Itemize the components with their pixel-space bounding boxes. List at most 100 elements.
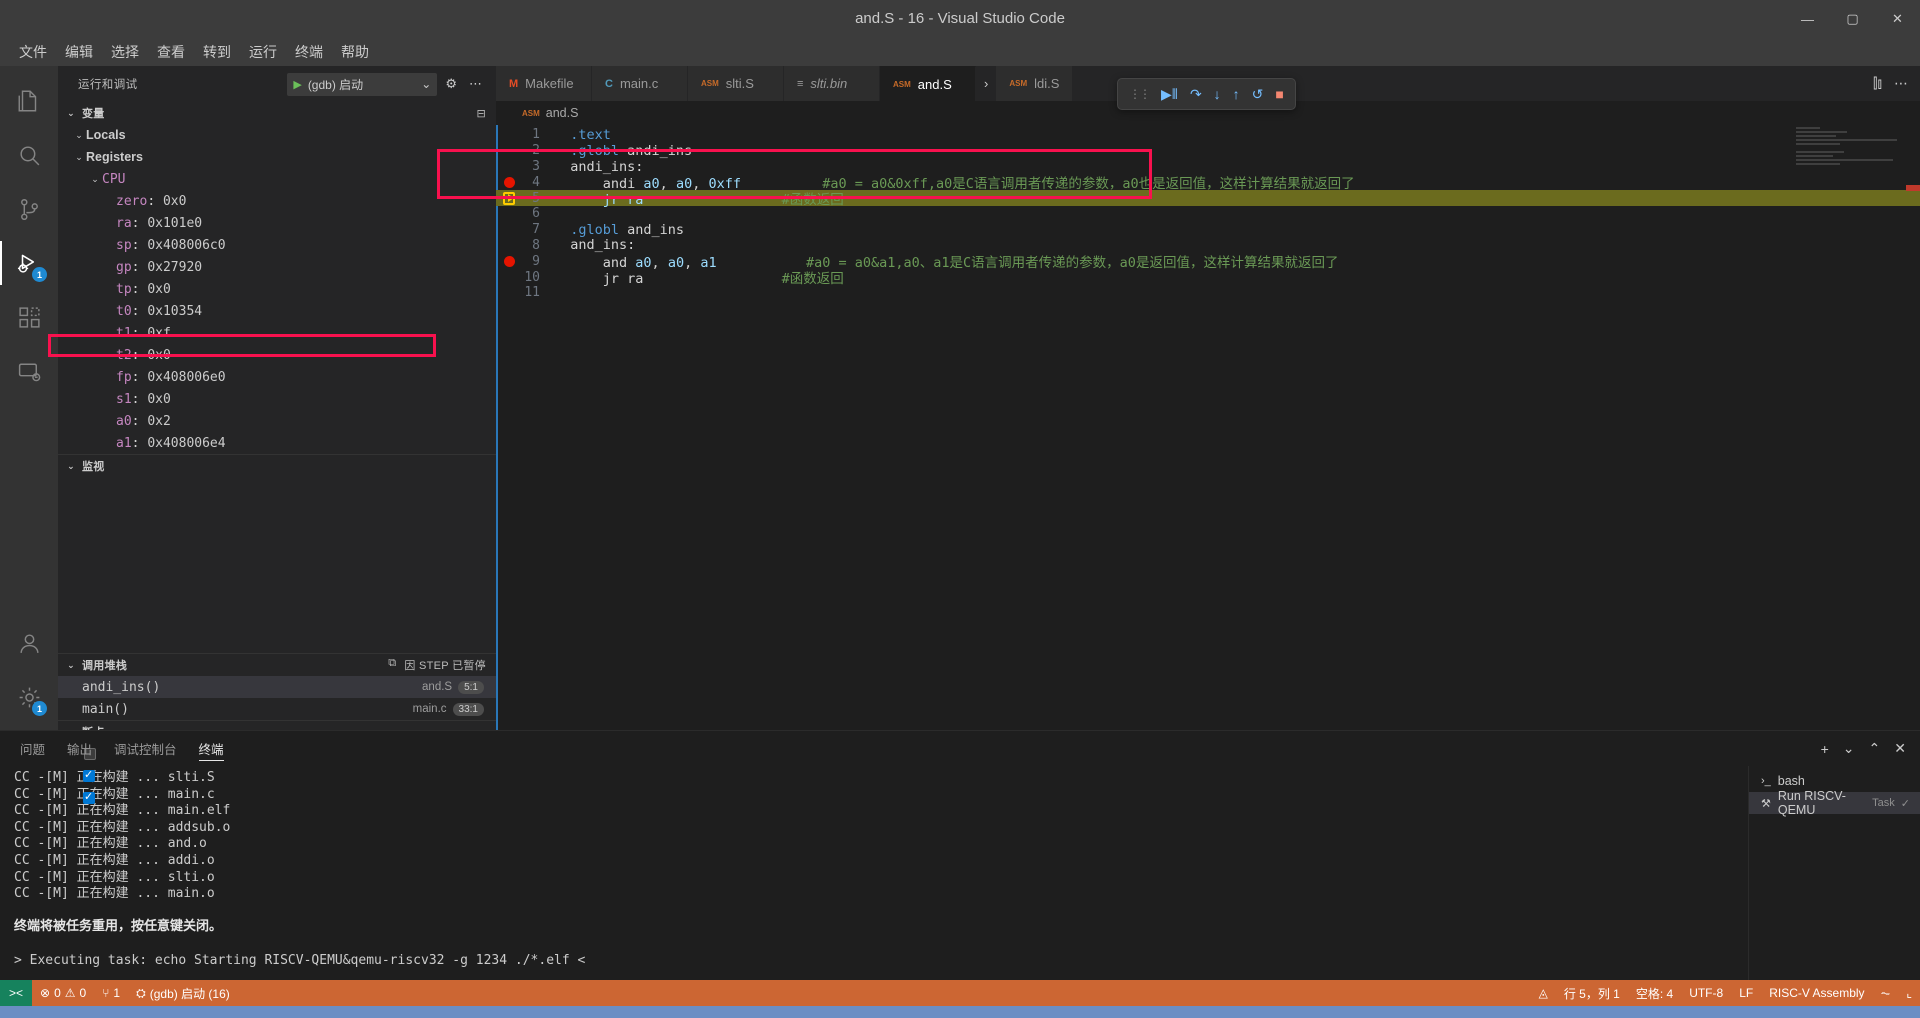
callstack-list[interactable]: andi_ins() and.S 5:1 main() main.c 33:1	[58, 676, 496, 720]
debug-session-indicator[interactable]: ⛭ (gdb) 启动 (16)	[128, 980, 238, 1006]
split-editor-icon[interactable]: ⫿⫾	[1873, 75, 1882, 92]
notifications-bell-icon[interactable]: ⌞	[1898, 980, 1920, 1006]
sidebar-more-icon[interactable]: ⋯	[465, 76, 486, 92]
code-line[interactable]: 10 jr ra #函数返回	[496, 269, 1920, 285]
tab-slti-s[interactable]: ASM slti.S	[688, 66, 784, 101]
drag-handle-icon[interactable]: ⋮⋮	[1129, 87, 1149, 101]
ports-indicator[interactable]: ⑂ 1	[94, 980, 128, 1006]
breakpoint-checkbox[interactable]	[83, 770, 95, 782]
tab-terminal[interactable]: 终端	[199, 731, 224, 766]
register-row[interactable]: fp: 0x408006e0	[58, 366, 496, 388]
step-out-button[interactable]: ↑	[1233, 86, 1240, 102]
scope-registers[interactable]: ⌄ Registers	[58, 146, 496, 168]
continue-button[interactable]: ▶⦀	[1161, 86, 1178, 103]
tab-and-s[interactable]: ASM and.S	[880, 66, 976, 101]
extensions-icon[interactable]	[0, 290, 58, 344]
watch-list[interactable]	[58, 477, 496, 653]
editor-actions-more-icon[interactable]: ⋯	[1894, 75, 1908, 92]
minimap[interactable]	[1796, 125, 1906, 730]
menu-go[interactable]: 转到	[194, 39, 240, 65]
close-button[interactable]: ✕	[1875, 0, 1920, 38]
code-line[interactable]: 6	[496, 206, 1920, 222]
variables-tree[interactable]: ⌄ Locals ⌄ Registers ⌄ CPU zero: 0x0 ra:…	[58, 124, 496, 454]
code-line[interactable]: 5 jr ra #函数返回	[496, 190, 1920, 206]
close-panel-icon[interactable]: ✕	[1894, 740, 1906, 757]
eol-setting[interactable]: LF	[1731, 980, 1761, 1006]
accounts-icon[interactable]	[0, 616, 58, 670]
flame-indicator[interactable]: ◬	[1531, 980, 1556, 1006]
problems-indicator[interactable]: ⊗ 0 ⚠ 0	[32, 980, 94, 1006]
language-mode[interactable]: RISC-V Assembly	[1761, 980, 1872, 1006]
menu-view[interactable]: 查看	[148, 39, 194, 65]
register-row[interactable]: t1: 0xf	[58, 322, 496, 344]
cursor-position[interactable]: 行 5，列 1	[1556, 980, 1628, 1006]
start-debug-icon[interactable]: ▶	[293, 78, 301, 91]
code-line[interactable]: 11	[496, 285, 1920, 301]
watch-header[interactable]: ⌄ 监视	[58, 455, 496, 477]
stop-button[interactable]: ■	[1275, 86, 1283, 102]
launch-configuration-dropdown[interactable]: ▶ (gdb) 启动 ⌄	[287, 73, 437, 96]
step-over-button[interactable]: ↷	[1190, 86, 1202, 103]
code-line[interactable]: 7 .globl and_ins	[496, 222, 1920, 238]
register-row[interactable]: t0: 0x10354	[58, 300, 496, 322]
variables-actions[interactable]: ⊟	[476, 107, 486, 120]
terminal-split-chevron-icon[interactable]: ⌄	[1843, 740, 1855, 757]
restart-button[interactable]: ↺	[1252, 86, 1264, 103]
explorer-icon[interactable]	[0, 74, 58, 128]
register-row[interactable]: s1: 0x0	[58, 388, 496, 410]
search-icon[interactable]	[0, 128, 58, 182]
settings-gear-icon[interactable]: 1	[0, 670, 58, 724]
register-row-a0[interactable]: a0: 0x2	[58, 410, 496, 432]
tab-output[interactable]: 输出	[67, 731, 92, 766]
configure-gear-icon[interactable]: ⚙	[441, 76, 461, 92]
register-row[interactable]: sp: 0x408006c0	[58, 234, 496, 256]
feedback-icon[interactable]: ⏦	[1873, 980, 1899, 1006]
register-row[interactable]: gp: 0x27920	[58, 256, 496, 278]
tab-ldi-s[interactable]: ASM ldi.S	[996, 66, 1073, 101]
collapse-all-icon[interactable]: ⊟	[476, 107, 486, 120]
terminal-list[interactable]: ›_ bash ⚒ Run RISCV-QEMU Task ✓	[1748, 766, 1920, 980]
register-row[interactable]: t2: 0x0	[58, 344, 496, 366]
variables-header[interactable]: ⌄ 变量 ⊟	[58, 102, 496, 124]
register-row[interactable]: tp: 0x0	[58, 278, 496, 300]
breakpoint-checkbox[interactable]	[83, 792, 95, 804]
menu-terminal[interactable]: 终端	[286, 39, 332, 65]
indentation-setting[interactable]: 空格: 4	[1628, 980, 1681, 1006]
debug-toolbar[interactable]: ⋮⋮ ▶⦀ ↷ ↓ ↑ ↺ ■	[1117, 78, 1296, 110]
remote-explorer-icon[interactable]	[0, 344, 58, 398]
menu-help[interactable]: 帮助	[332, 39, 378, 65]
menu-edit[interactable]: 编辑	[56, 39, 102, 65]
tab-problems[interactable]: 问题	[20, 731, 45, 766]
code-line[interactable]: 1 .text	[496, 127, 1920, 143]
register-row[interactable]: a1: 0x408006e4	[58, 432, 496, 454]
tab-slti-bin[interactable]: ≡ slti.bin	[784, 66, 880, 101]
menu-selection[interactable]: 选择	[102, 39, 148, 65]
terminal-output[interactable]: CC -[M] 正在构建 ... slti.SCC -[M] 正在构建 ... …	[0, 766, 1748, 980]
source-control-icon[interactable]	[0, 182, 58, 236]
encoding-setting[interactable]: UTF-8	[1681, 980, 1731, 1006]
code-line[interactable]: 2 .globl andi_ins	[496, 143, 1920, 159]
menu-file[interactable]: 文件	[10, 39, 56, 65]
tab-main-c[interactable]: C main.c	[592, 66, 688, 101]
menu-run[interactable]: 运行	[240, 39, 286, 65]
register-row[interactable]: ra: 0x101e0	[58, 212, 496, 234]
code-editor[interactable]: 1 .text2 .globl andi_ins3 andi_ins:4 and…	[496, 125, 1920, 730]
callstack-frame[interactable]: main() main.c 33:1	[58, 698, 496, 720]
remote-host-indicator[interactable]: ><	[0, 980, 32, 1006]
new-terminal-icon[interactable]: +	[1821, 741, 1829, 757]
tab-makefile[interactable]: M Makefile	[496, 66, 592, 101]
register-row[interactable]: zero: 0x0	[58, 190, 496, 212]
scope-locals[interactable]: ⌄ Locals	[58, 124, 496, 146]
terminal-list-item-task[interactable]: ⚒ Run RISCV-QEMU Task ✓	[1749, 792, 1920, 814]
maximize-button[interactable]: ▢	[1830, 0, 1875, 38]
code-lines[interactable]: 1 .text2 .globl andi_ins3 andi_ins:4 and…	[496, 125, 1920, 730]
callstack-header[interactable]: ⌄ 调用堆栈 ⧉ 因 STEP 已暂停	[58, 654, 496, 676]
step-into-button[interactable]: ↓	[1214, 86, 1221, 102]
tab-debug-console[interactable]: 调试控制台	[114, 731, 177, 766]
run-and-debug-icon[interactable]: 1	[0, 236, 58, 290]
register-group-cpu[interactable]: ⌄ CPU	[58, 168, 496, 190]
minimize-button[interactable]: —	[1785, 0, 1830, 38]
maximize-panel-icon[interactable]: ⌃	[1869, 740, 1881, 757]
callstack-frame[interactable]: andi_ins() and.S 5:1	[58, 676, 496, 698]
tab-overflow-chevron-icon[interactable]: ›	[976, 66, 996, 101]
